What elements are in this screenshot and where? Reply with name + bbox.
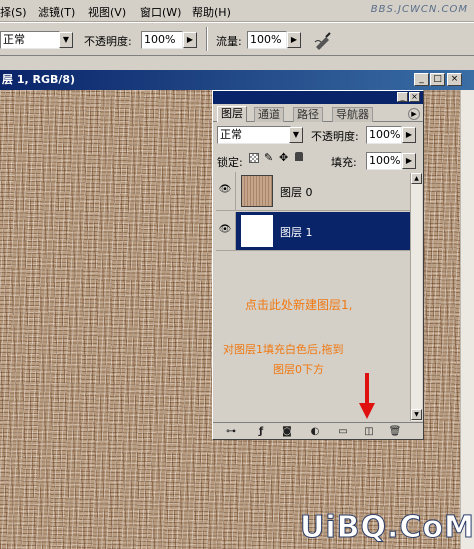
scroll-up-button[interactable]: ▲ xyxy=(411,173,422,184)
mode-dropdown-arrow[interactable]: ▼ xyxy=(59,32,73,48)
annotation-text: 点击此处新建图层1, xyxy=(245,298,353,312)
layer-style-icon[interactable]: ƒ xyxy=(253,425,269,438)
panel-bottom-bar: ⊶ ƒ ◙ ◐ ▭ ◫ 🗑 xyxy=(213,422,423,439)
opacity-label: 不透明度: xyxy=(84,35,132,48)
annotation-text: 图层0下方 xyxy=(273,363,324,376)
menu-help[interactable]: 帮助(H) xyxy=(192,4,231,20)
menu-view[interactable]: 视图(V) xyxy=(88,4,126,20)
close-button[interactable]: × xyxy=(447,73,462,86)
blend-mode-arrow[interactable]: ▼ xyxy=(289,127,303,143)
new-layer-icon[interactable]: ◫ xyxy=(361,425,377,438)
opacity-slider-arrow[interactable]: ▶ xyxy=(183,32,197,48)
panel-close-button[interactable]: × xyxy=(409,92,420,102)
annotation-text: 对图层1填充白色后,拖到 xyxy=(223,343,344,356)
panel-opacity-input[interactable]: 100% xyxy=(366,126,402,144)
airbrush-icon[interactable] xyxy=(313,30,335,50)
adjustment-layer-icon[interactable]: ◐ xyxy=(307,425,323,438)
menu-filter[interactable]: 滤镜(T) xyxy=(38,4,75,20)
layer-name: 图层 1 xyxy=(280,226,313,239)
layers-scrollbar[interactable]: ▲ ▼ xyxy=(410,173,422,421)
blend-mode-select[interactable]: 正常 xyxy=(217,126,291,144)
fill-label: 填充: xyxy=(331,156,357,169)
lock-transparent-icon[interactable] xyxy=(249,153,259,163)
menu-bar: 择(S) 滤镜(T) 视图(V) 窗口(W) 帮助(H) BBS.JCWCN.C… xyxy=(0,0,474,22)
eye-icon[interactable]: 👁 xyxy=(218,223,232,237)
lock-brush-icon[interactable]: ✎ xyxy=(264,151,273,164)
tab-channels[interactable]: 通道 xyxy=(254,107,284,122)
mode-select[interactable]: 正常 xyxy=(0,31,60,49)
panel-opacity-label: 不透明度: xyxy=(311,130,359,143)
opacity-input[interactable]: 100% xyxy=(141,31,183,49)
maximize-button[interactable]: □ xyxy=(430,73,445,86)
link-layers-icon[interactable]: ⊶ xyxy=(223,425,239,438)
lock-move-icon[interactable]: ✥ xyxy=(279,151,288,164)
tab-navigator[interactable]: 导航器 xyxy=(332,107,373,122)
layer-row-0[interactable]: 👁 图层 0 xyxy=(216,172,410,211)
minimize-button[interactable]: _ xyxy=(414,73,429,86)
watermark-top: BBS.JCWCN.COM xyxy=(370,4,468,15)
delete-layer-icon[interactable]: 🗑 xyxy=(387,425,403,438)
menu-select[interactable]: 择(S) xyxy=(0,4,27,20)
layer-thumbnail xyxy=(241,215,273,247)
document-title: 层 1, RGB/8) xyxy=(2,73,76,86)
new-group-icon[interactable]: ▭ xyxy=(335,425,351,438)
layer-visibility-cell[interactable]: 👁 xyxy=(216,212,236,250)
panel-tabs: 图层 通道 路径 导航器 ▶ xyxy=(213,105,423,122)
flow-label: 流量: xyxy=(216,35,242,48)
document-title-bar: 层 1, RGB/8) xyxy=(0,70,474,90)
fill-input[interactable]: 100% xyxy=(366,152,402,170)
document-scrollbar[interactable] xyxy=(460,90,474,549)
layer-name: 图层 0 xyxy=(280,186,313,199)
lock-label: 锁定: xyxy=(217,156,243,169)
panel-menu-icon[interactable]: ▶ xyxy=(408,108,420,120)
fill-arrow[interactable]: ▶ xyxy=(402,153,416,169)
layer-visibility-cell[interactable]: 👁 xyxy=(216,172,236,210)
menu-window[interactable]: 窗口(W) xyxy=(140,4,181,20)
panel-title-bar[interactable]: _ × xyxy=(213,91,423,104)
eye-icon[interactable]: 👁 xyxy=(218,183,232,197)
red-arrow-icon xyxy=(359,373,375,419)
layer-thumbnail xyxy=(241,175,273,207)
flow-slider-arrow[interactable]: ▶ xyxy=(287,32,301,48)
lock-all-icon[interactable] xyxy=(295,152,303,161)
tab-paths[interactable]: 路径 xyxy=(293,107,323,122)
tab-layers[interactable]: 图层 xyxy=(217,106,247,122)
panel-minimize-button[interactable]: _ xyxy=(397,92,408,102)
layer-row-1[interactable]: 👁 图层 1 xyxy=(216,212,410,251)
scroll-down-button[interactable]: ▼ xyxy=(411,409,422,420)
flow-input[interactable]: 100% xyxy=(247,31,287,49)
watermark-bottom: UiBQ.CoM xyxy=(300,510,474,546)
toolbar-separator xyxy=(206,27,208,51)
panel-opacity-arrow[interactable]: ▶ xyxy=(402,127,416,143)
layers-panel: _ × 图层 通道 路径 导航器 ▶ 正常 ▼ 不透明度: 100% ▶ 锁定:… xyxy=(212,90,424,440)
add-mask-icon[interactable]: ◙ xyxy=(279,425,295,438)
